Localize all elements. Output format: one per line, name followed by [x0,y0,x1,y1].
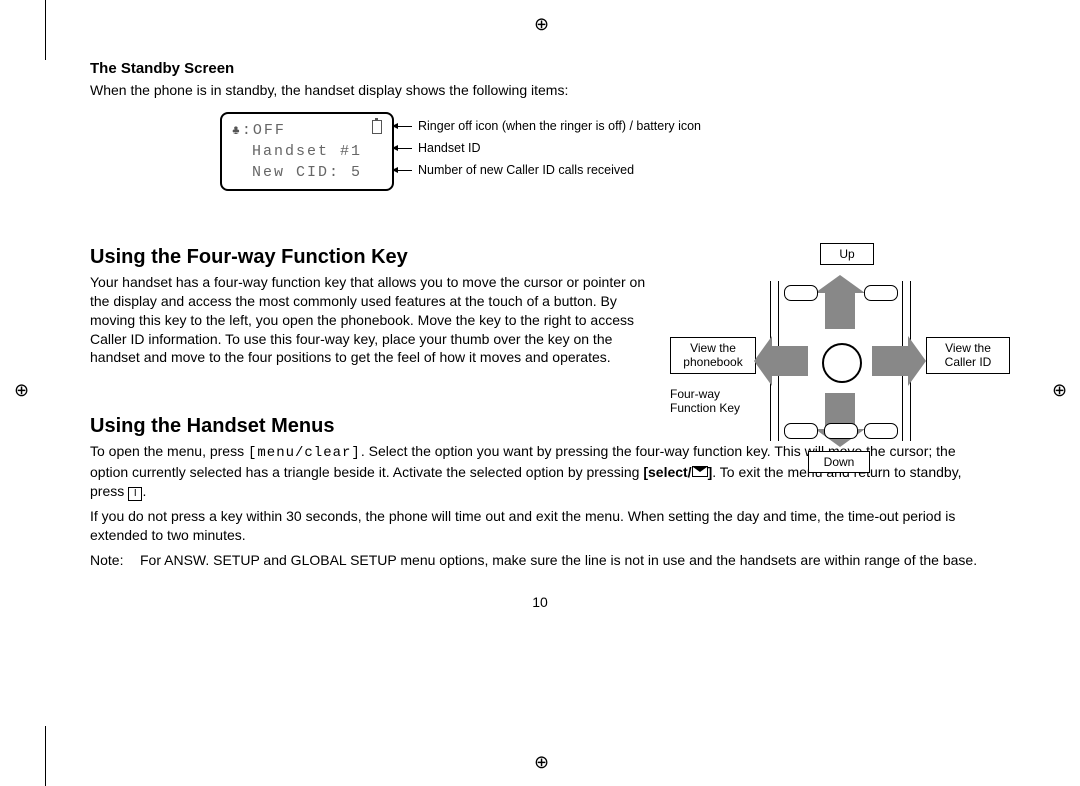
registration-mark-right: ⊕ [1052,380,1067,401]
page-number: 10 [90,594,990,610]
envelope-icon [692,466,708,477]
crop-mark [45,0,46,60]
standby-heading: The Standby Screen [90,60,990,77]
key-button [824,423,858,439]
page-content: The Standby Screen When the phone is in … [90,60,990,610]
lcd-ringer-off: :OFF [242,122,286,139]
registration-mark-top: ⊕ [534,14,549,35]
note-label: Note: [90,551,140,570]
lcd-screen: ♣:OFF Handset #1 New CID: 5 [220,112,394,191]
battery-icon [372,120,382,134]
crop-mark [45,726,46,786]
callout-ringer: Ringer off icon (when the ringer is off)… [418,119,701,134]
key-button [784,423,818,439]
leader-line [398,148,412,149]
fourway-label-down: Down [808,451,870,473]
fourway-keypad-illustration [760,281,920,441]
leader-line [398,126,412,127]
fourway-diagram: Up Down View the phonebook View the Call… [670,243,1010,483]
arrow-up-icon [825,293,855,329]
key-button [784,285,818,301]
registration-mark-left: ⊕ [14,380,29,401]
fourway-body: Your handset has a four-way function key… [90,273,650,367]
lcd-new-cid: New CID: 5 [232,162,382,183]
menu-clear-key: [menu/clear] [248,445,361,461]
bell-icon: ♣ [232,123,242,138]
fourway-label-right: View the Caller ID [926,337,1010,374]
fourway-label-up: Up [820,243,874,265]
standby-intro: When the phone is in standby, the handse… [90,81,990,100]
arrow-right-icon [872,346,908,376]
lcd-handset-id: Handset #1 [232,141,382,162]
note-body: For ANSW. SETUP and GLOBAL SETUP menu op… [140,551,977,570]
leader-line [398,170,412,171]
menus-note: Note: For ANSW. SETUP and GLOBAL SETUP m… [90,551,990,570]
key-button [864,423,898,439]
key-button [864,285,898,301]
callout-cid: Number of new Caller ID calls received [418,163,634,178]
fourway-label-funckey: Four-way Function Key [670,387,760,416]
fourway-hub-icon [822,343,862,383]
menus-p2: If you do not press a key within 30 seco… [90,507,990,545]
end-key-icon: I [128,487,142,501]
fourway-label-left: View the phonebook [670,337,756,374]
arrow-left-icon [772,346,808,376]
callout-handset: Handset ID [418,141,481,156]
registration-mark-bottom: ⊕ [534,752,549,773]
